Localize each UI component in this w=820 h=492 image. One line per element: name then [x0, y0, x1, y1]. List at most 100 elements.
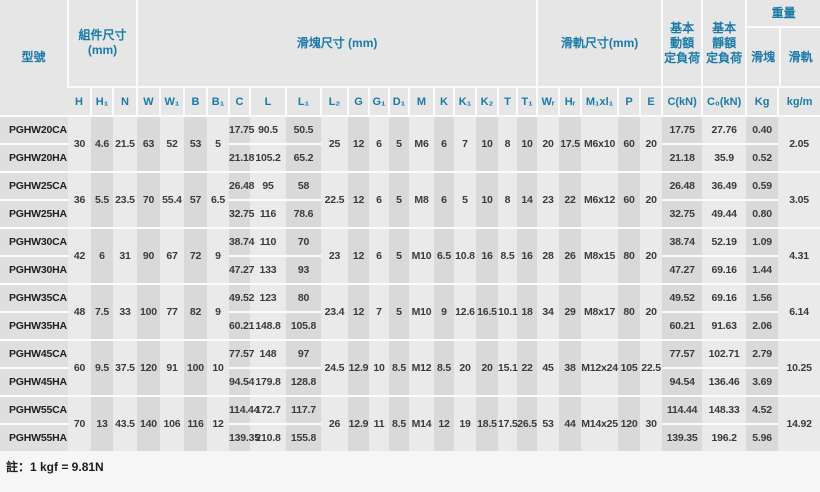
value-cell: 30 [640, 396, 662, 451]
table-row: PGHW20CA304.621.5635253517.7590.550.5251… [0, 116, 820, 144]
group-header-assembly-dims: 組件尺寸 (mm) [68, 0, 137, 87]
value-cell: M14x25 [581, 396, 618, 451]
model-cell: PGHW20CA [0, 116, 68, 144]
model-cell: PGHW20HA [0, 144, 68, 172]
col-header: B [184, 87, 207, 116]
value-cell: 1.44 [746, 256, 778, 284]
value-cell: 1.09 [746, 228, 778, 256]
value-cell: M8 [409, 172, 434, 228]
value-cell: 47.27 [662, 256, 702, 284]
col-header: L₁ [286, 87, 321, 116]
value-cell: 12.9 [348, 396, 369, 451]
value-cell: M10 [409, 284, 434, 340]
value-cell: 8.5 [498, 228, 517, 284]
value-cell: 17.5 [559, 116, 581, 172]
value-cell: 20 [476, 340, 498, 396]
value-cell: 15.1 [498, 340, 517, 396]
value-cell: 210.8 [250, 424, 286, 451]
value-cell: 2.06 [746, 312, 778, 340]
value-cell: 21.5 [113, 116, 137, 172]
value-cell: 6.5 [207, 172, 229, 228]
value-cell: M8x15 [581, 228, 618, 284]
col-header: K [434, 87, 454, 116]
value-cell: 20 [537, 116, 559, 172]
value-cell: 21.18 [662, 144, 702, 172]
value-cell: 25 [321, 116, 348, 172]
value-cell: 30 [68, 116, 91, 172]
value-cell: 78.6 [286, 200, 321, 228]
value-cell: 102.71 [702, 340, 746, 368]
value-cell: 4.6 [91, 116, 113, 172]
col-header: G [348, 87, 369, 116]
col-header: L₂ [321, 87, 348, 116]
value-cell: 110 [250, 228, 286, 256]
value-cell: 37.5 [113, 340, 137, 396]
table-row: PGHW25CA365.523.57055.4576.526.48955822.… [0, 172, 820, 200]
value-cell: 93 [286, 256, 321, 284]
value-cell: M6x10 [581, 116, 618, 172]
model-cell: PGHW30CA [0, 228, 68, 256]
value-cell: 95 [250, 172, 286, 200]
value-cell: 0.80 [746, 200, 778, 228]
value-cell: 6 [369, 172, 389, 228]
value-cell: 6 [434, 172, 454, 228]
value-cell: 6 [434, 116, 454, 172]
value-cell: 20 [640, 172, 662, 228]
value-cell: 14.92 [778, 396, 820, 451]
value-cell: 82 [184, 284, 207, 340]
value-cell: 65.2 [286, 144, 321, 172]
col-header: Kg [746, 87, 778, 116]
value-cell: 105 [618, 340, 640, 396]
group-header-block-dims: 滑塊尺寸 (mm) [137, 0, 537, 87]
group-header-dynamic-load: 基本 動額 定負荷 [662, 0, 702, 87]
value-cell: 196.2 [702, 424, 746, 451]
value-cell: M6 [409, 116, 434, 172]
value-cell: 5 [454, 172, 476, 228]
assembly-label-line1: 組件尺寸 [78, 28, 126, 42]
value-cell: 139.35 [229, 424, 250, 451]
value-cell: 17.75 [662, 116, 702, 144]
header-columns-row: H H₁ N W W₁ B B₁ C L L₁ L₂ G G₁ D₁ M K K… [0, 87, 820, 116]
value-cell: 32.75 [229, 200, 250, 228]
value-cell: 26 [321, 396, 348, 451]
value-cell: 97 [286, 340, 321, 368]
value-cell: 91 [160, 340, 184, 396]
col-header: K₂ [476, 87, 498, 116]
value-cell: 179.8 [250, 368, 286, 396]
table-row: PGHW55CA701343.514010611612114.44172.711… [0, 396, 820, 424]
value-cell: 38.74 [662, 228, 702, 256]
value-cell: 50.5 [286, 116, 321, 144]
value-cell: 80 [618, 284, 640, 340]
value-cell: 38 [559, 340, 581, 396]
value-cell: 80 [286, 284, 321, 312]
value-cell: 14 [517, 172, 537, 228]
value-cell: 77.57 [662, 340, 702, 368]
value-cell: 80 [618, 228, 640, 284]
value-cell: 23.4 [321, 284, 348, 340]
value-cell: 148.33 [702, 396, 746, 424]
value-cell: 23 [321, 228, 348, 284]
col-header: W [137, 87, 160, 116]
value-cell: 33 [113, 284, 137, 340]
col-header: H₁ [91, 87, 113, 116]
value-cell: 49.52 [229, 284, 250, 312]
value-cell: 20 [640, 228, 662, 284]
value-cell: 136.46 [702, 368, 746, 396]
model-cell: PGHW25HA [0, 200, 68, 228]
weight-sub-block: 滑塊 [747, 28, 779, 86]
value-cell: 36.49 [702, 172, 746, 200]
value-cell: 5.96 [746, 424, 778, 451]
spec-table: 型號 組件尺寸 (mm) 滑塊尺寸 (mm) 滑軌尺寸(mm) 基本 動額 定負… [0, 0, 820, 451]
value-cell: 6 [91, 228, 113, 284]
col-header: G₁ [369, 87, 389, 116]
value-cell: 12 [207, 396, 229, 451]
value-cell: 12.6 [454, 284, 476, 340]
weight-sub-rail: 滑軌 [779, 28, 820, 86]
value-cell: 5.5 [91, 172, 113, 228]
value-cell: 117.7 [286, 396, 321, 424]
value-cell: 18.5 [476, 396, 498, 451]
model-cell: PGHW55HA [0, 424, 68, 451]
value-cell: 91.63 [702, 312, 746, 340]
value-cell: 133 [250, 256, 286, 284]
col-header: B₁ [207, 87, 229, 116]
